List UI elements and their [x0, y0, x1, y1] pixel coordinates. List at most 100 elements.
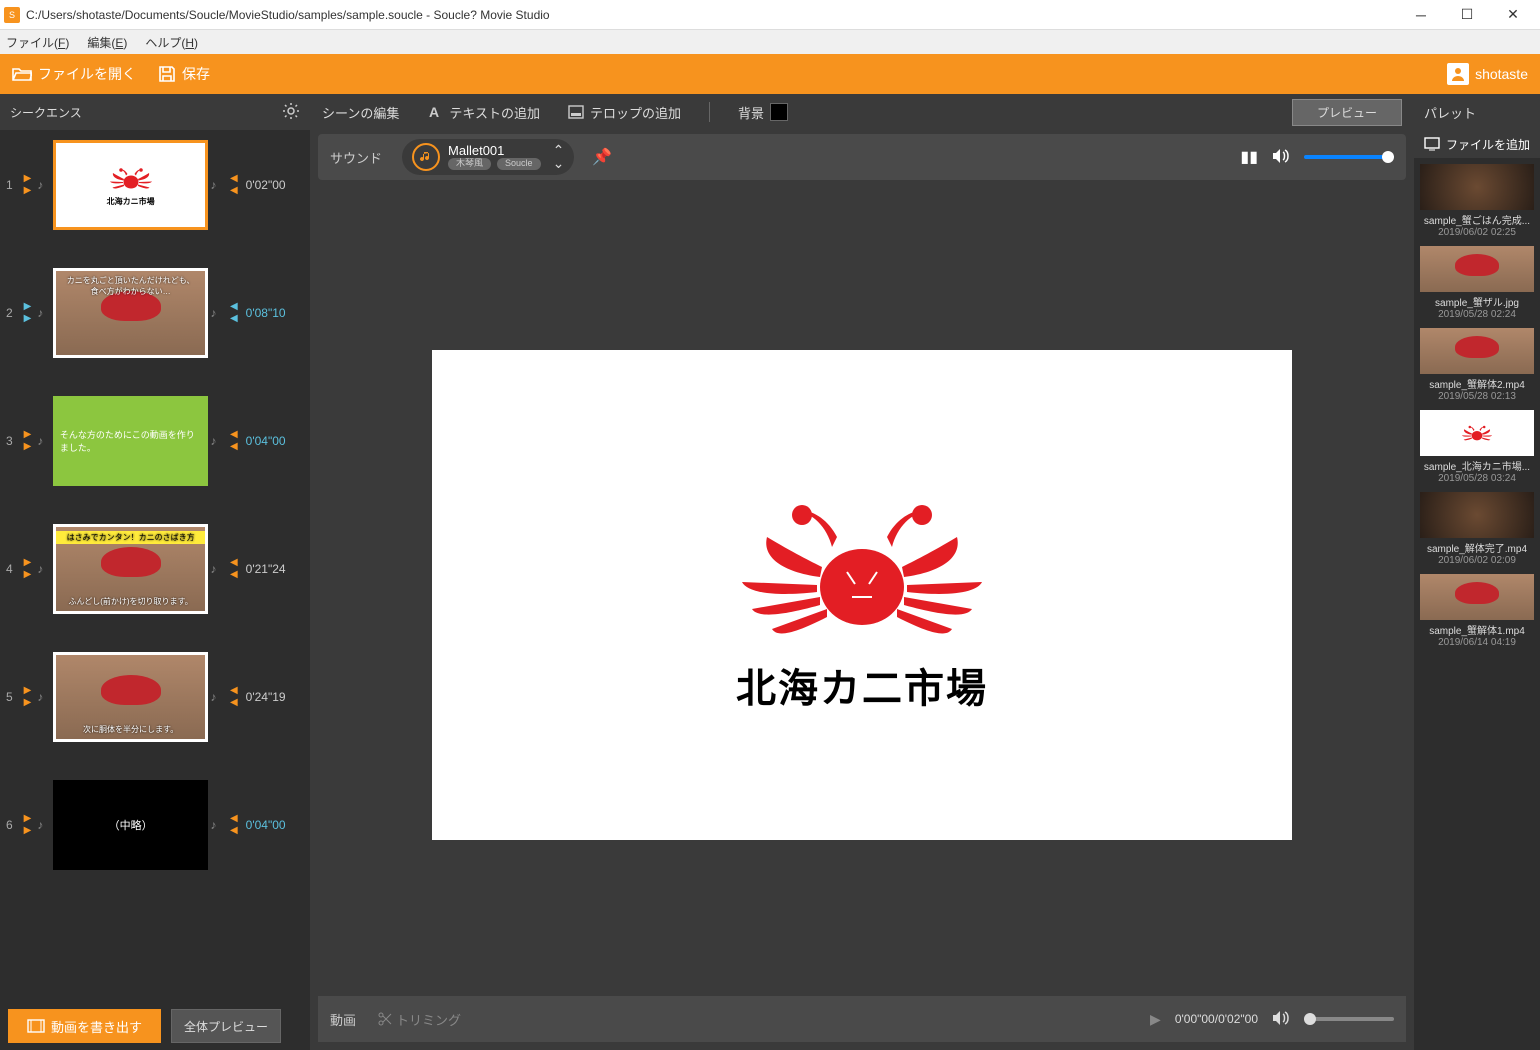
- open-file-button[interactable]: ファイルを開く: [12, 64, 136, 84]
- gear-icon[interactable]: [282, 102, 300, 123]
- music-track-icon: ♪: [37, 690, 51, 704]
- sequence-duration: 0'24"19: [246, 690, 300, 704]
- music-track-icon: ♪: [210, 178, 224, 192]
- editor-toolbar: シーンの編集 A テキストの追加 テロップの追加 背景 プレビュー: [310, 94, 1414, 130]
- chevron-down-icon[interactable]: ⌄: [553, 157, 565, 170]
- video-label: 動画: [330, 1010, 356, 1029]
- palette-item[interactable]: sample_蟹ごはん完成... 2019/06/02 02:25: [1420, 164, 1534, 238]
- palette-item[interactable]: sample_解体完了.mp4 2019/06/02 02:09: [1420, 492, 1534, 566]
- palette-item-name: sample_北海カニ市場...: [1420, 458, 1534, 473]
- sequence-title: シークエンス: [10, 104, 82, 121]
- window-title: C:/Users/shotaste/Documents/Soucle/Movie…: [26, 8, 1398, 22]
- menu-edit[interactable]: 編集(E): [87, 34, 127, 51]
- music-track-icon: ♪: [210, 434, 224, 448]
- preview-button[interactable]: プレビュー: [1292, 99, 1402, 126]
- trim-button[interactable]: トリミング: [378, 1010, 461, 1029]
- palette-item-date: 2019/05/28 03:24: [1420, 473, 1534, 484]
- sequence-thumbnail[interactable]: （中略）: [53, 780, 208, 870]
- editor-panel: シーンの編集 A テキストの追加 テロップの追加 背景 プレビュー サウンド: [310, 94, 1414, 1050]
- background-control[interactable]: 背景: [738, 103, 788, 122]
- app-icon: S: [4, 7, 20, 23]
- palette-list[interactable]: sample_蟹ごはん完成... 2019/06/02 02:25 sample…: [1414, 158, 1540, 1050]
- music-track-icon: ♪: [210, 690, 224, 704]
- palette-item-date: 2019/06/02 02:25: [1420, 227, 1534, 238]
- music-note-icon: [412, 143, 440, 171]
- music-track-icon: ♪: [210, 306, 224, 320]
- sequence-duration: 0'21"24: [246, 562, 300, 576]
- preview-all-button[interactable]: 全体プレビュー: [171, 1009, 281, 1043]
- text-icon: A: [427, 104, 443, 120]
- palette-item[interactable]: sample_蟹解体1.mp4 2019/06/14 04:19: [1420, 574, 1534, 648]
- palette-item-name: sample_解体完了.mp4: [1420, 540, 1534, 555]
- sequence-header: シークエンス: [0, 94, 310, 130]
- folder-open-icon: [12, 66, 32, 82]
- sequence-number: 6: [6, 818, 20, 832]
- bg-color-swatch[interactable]: [770, 103, 788, 121]
- sequence-list[interactable]: 1 ▶▶ ♪ 北海カニ市場 ♪ ◀◀ 0'02"00 2 ▶▶ ♪ カニを丸ごと…: [0, 130, 310, 1002]
- sequence-duration: 0'04"00: [246, 434, 300, 448]
- volume-slider[interactable]: [1304, 155, 1394, 159]
- palette-thumbnail[interactable]: [1420, 164, 1534, 210]
- sequence-item[interactable]: 2 ▶▶ ♪ カニを丸ごと頂いたんだけれども、食べ方がわからない… ♪ ◀◀ 0…: [0, 264, 310, 362]
- user-avatar-icon: [1447, 63, 1469, 85]
- sequence-number: 3: [6, 434, 20, 448]
- sequence-thumbnail[interactable]: そんな方のためにこの動画を作りました。: [53, 396, 208, 486]
- sequence-duration: 0'04"00: [246, 818, 300, 832]
- pause-button[interactable]: ▮▮: [1240, 147, 1258, 167]
- sequence-thumbnail[interactable]: はさみでカンタン！カニのさばき方ふんどし(前かけ)を切り取ります。: [53, 524, 208, 614]
- play-button[interactable]: ▶: [1150, 1011, 1161, 1028]
- add-telop-button[interactable]: テロップの追加: [568, 103, 681, 122]
- palette-thumbnail[interactable]: [1420, 410, 1534, 456]
- music-track-icon: ♪: [37, 434, 51, 448]
- minimize-button[interactable]: ─: [1398, 0, 1444, 30]
- palette-thumbnail[interactable]: [1420, 246, 1534, 292]
- user-account[interactable]: shotaste: [1447, 63, 1528, 85]
- palette-header: パレット: [1414, 94, 1540, 130]
- add-text-button[interactable]: A テキストの追加: [427, 103, 540, 122]
- palette-item-date: 2019/06/14 04:19: [1420, 637, 1534, 648]
- sequence-number: 1: [6, 178, 20, 192]
- music-track-icon: ♪: [37, 562, 51, 576]
- music-track-icon: ♪: [37, 306, 51, 320]
- maximize-button[interactable]: ☐: [1444, 0, 1490, 30]
- palette-item[interactable]: sample_蟹ザル.jpg 2019/05/28 02:24: [1420, 246, 1534, 320]
- add-file-button[interactable]: ファイルを追加: [1414, 130, 1540, 158]
- sequence-thumbnail[interactable]: 次に胴体を半分にします。: [53, 652, 208, 742]
- video-volume-slider[interactable]: [1304, 1017, 1394, 1021]
- sequence-thumbnail[interactable]: 北海カニ市場: [53, 140, 208, 230]
- palette-item-name: sample_蟹解体1.mp4: [1420, 622, 1534, 637]
- sequence-item[interactable]: 1 ▶▶ ♪ 北海カニ市場 ♪ ◀◀ 0'02"00: [0, 136, 310, 234]
- sound-selector[interactable]: Mallet001 木琴風 Soucle ⌃ ⌄: [402, 139, 574, 175]
- user-name: shotaste: [1475, 66, 1528, 82]
- pin-icon[interactable]: 📌: [592, 147, 612, 167]
- sequence-item[interactable]: 6 ▶▶ ♪ （中略） ♪ ◀◀ 0'04"00: [0, 776, 310, 874]
- palette-item[interactable]: sample_蟹解体2.mp4 2019/05/28 02:13: [1420, 328, 1534, 402]
- palette-panel: パレット ファイルを追加 sample_蟹ごはん完成... 2019/06/02…: [1414, 94, 1540, 1050]
- palette-item-name: sample_蟹解体2.mp4: [1420, 376, 1534, 391]
- sequence-item[interactable]: 3 ▶▶ ♪ そんな方のためにこの動画を作りました。 ♪ ◀◀ 0'04"00: [0, 392, 310, 490]
- telop-icon: [568, 105, 584, 119]
- menu-help[interactable]: ヘルプ(H): [145, 34, 198, 51]
- scissors-icon: [378, 1012, 392, 1026]
- export-video-button[interactable]: 動画を書き出す: [8, 1009, 161, 1043]
- svg-text:A: A: [429, 104, 439, 120]
- sequence-item[interactable]: 5 ▶▶ ♪ 次に胴体を半分にします。 ♪ ◀◀ 0'24"19: [0, 648, 310, 746]
- volume-icon[interactable]: [1272, 148, 1290, 167]
- preview-canvas[interactable]: 北海カ二市場: [432, 350, 1292, 840]
- sound-tag: 木琴風: [448, 158, 491, 170]
- palette-thumbnail[interactable]: [1420, 328, 1534, 374]
- sequence-thumbnail[interactable]: カニを丸ごと頂いたんだけれども、食べ方がわからない…: [53, 268, 208, 358]
- volume-icon[interactable]: [1272, 1010, 1290, 1029]
- palette-item[interactable]: sample_北海カニ市場... 2019/05/28 03:24: [1420, 410, 1534, 484]
- save-button[interactable]: 保存: [158, 64, 210, 84]
- palette-thumbnail[interactable]: [1420, 574, 1534, 620]
- sound-name: Mallet001: [448, 144, 541, 158]
- save-label: 保存: [182, 64, 210, 84]
- menu-file[interactable]: ファイル(F): [6, 34, 69, 51]
- palette-thumbnail[interactable]: [1420, 492, 1534, 538]
- monitor-icon: [1424, 137, 1440, 151]
- sequence-item[interactable]: 4 ▶▶ ♪ はさみでカンタン！カニのさばき方ふんどし(前かけ)を切り取ります。…: [0, 520, 310, 618]
- close-button[interactable]: ✕: [1490, 0, 1536, 30]
- sequence-number: 2: [6, 306, 20, 320]
- canvas-area: 北海カ二市場: [310, 180, 1414, 996]
